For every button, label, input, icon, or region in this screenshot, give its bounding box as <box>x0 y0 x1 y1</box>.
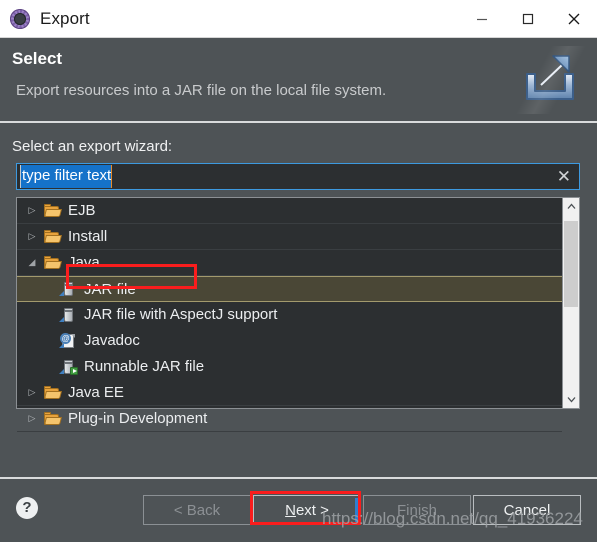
scroll-up-icon[interactable] <box>563 198 579 215</box>
close-icon[interactable] <box>551 0 597 37</box>
folder-icon <box>43 384 63 402</box>
minimize-icon[interactable] <box>459 0 505 37</box>
tree-item-label: EJB <box>68 202 96 219</box>
tree-item-ejb[interactable]: ▷ EJB <box>17 198 562 224</box>
filter-input[interactable]: type filter text ✕ <box>16 163 580 190</box>
wizard-header: Select Export resources into a JAR file … <box>0 38 597 123</box>
jar-icon <box>59 306 79 324</box>
tree-item-plugin-development[interactable]: ▷ Plug-in Development <box>17 406 562 432</box>
eclipse-wizard-icon <box>9 8 31 30</box>
tree-item-java-ee[interactable]: ▷ Java EE <box>17 380 562 406</box>
filter-input-value: type filter text <box>20 165 113 188</box>
help-icon[interactable]: ? <box>16 497 38 519</box>
tree-item-label: Runnable JAR file <box>84 358 205 375</box>
maximize-icon[interactable] <box>505 0 551 37</box>
jar-icon <box>59 280 79 298</box>
tree-item-label: Java EE <box>68 384 124 401</box>
tree-item-javadoc[interactable]: @ Javadoc <box>17 328 562 354</box>
tree-item-label: Java <box>68 254 100 271</box>
tree-item-runnable-jar[interactable]: Runnable JAR file <box>17 354 562 380</box>
tree-scrollbar[interactable] <box>562 198 579 408</box>
back-button-label: < Back <box>173 501 221 519</box>
tree-item-install[interactable]: ▷ Install <box>17 224 562 250</box>
tree-item-java[interactable]: ◢ Java <box>17 250 562 276</box>
back-button: < Back <box>143 495 251 525</box>
scroll-down-icon[interactable] <box>563 391 579 408</box>
tree-item-label: Plug-in Development <box>68 410 208 427</box>
chevron-down-icon[interactable]: ◢ <box>21 257 43 268</box>
folder-icon <box>43 254 63 272</box>
chevron-right-icon[interactable]: ▷ <box>21 387 43 398</box>
dialog-body: Select an export wizard: type filter tex… <box>0 125 597 477</box>
scrollbar-thumb[interactable] <box>564 221 578 307</box>
page-description: Export resources into a JAR file on the … <box>16 82 387 99</box>
window-title: Export <box>40 8 90 28</box>
tree-item-jar-file[interactable]: JAR file <box>17 276 562 302</box>
runnable-jar-icon <box>59 358 79 376</box>
clear-x-icon[interactable]: ✕ <box>557 168 571 185</box>
chevron-right-icon[interactable]: ▷ <box>21 413 43 424</box>
next-button-mnemonic: N <box>285 501 296 519</box>
tree-item-label: Install <box>68 228 108 245</box>
title-bar: Export <box>0 0 597 38</box>
chevron-right-icon[interactable]: ▷ <box>21 231 43 242</box>
page-title: Select <box>12 49 63 68</box>
folder-icon <box>43 202 63 220</box>
export-dialog-window: Export Select Export resources into a JA… <box>0 0 597 542</box>
tree-item-jar-file-aspectj[interactable]: JAR file with AspectJ support <box>17 302 562 328</box>
section-label: Select an export wizard: <box>12 138 173 155</box>
chevron-right-icon[interactable]: ▷ <box>21 205 43 216</box>
javadoc-icon: @ <box>59 332 79 350</box>
tree-item-label: JAR file with AspectJ support <box>84 306 278 323</box>
folder-icon <box>43 410 63 428</box>
tree-item-label: JAR file <box>84 280 136 298</box>
tree-rows: ▷ EJB ▷ Install ◢ Java JAR file JAR file… <box>17 198 562 432</box>
window-controls <box>459 0 597 37</box>
tree-item-label: Javadoc <box>84 332 140 349</box>
folder-icon <box>43 228 63 246</box>
watermark: https://blog.csdn.net/qq_41936224 <box>322 509 583 528</box>
export-wizard-tree[interactable]: ▷ EJB ▷ Install ◢ Java JAR file JAR file… <box>16 197 580 432</box>
export-arrow-icon <box>515 46 587 114</box>
scrollbar-track[interactable] <box>563 215 579 391</box>
